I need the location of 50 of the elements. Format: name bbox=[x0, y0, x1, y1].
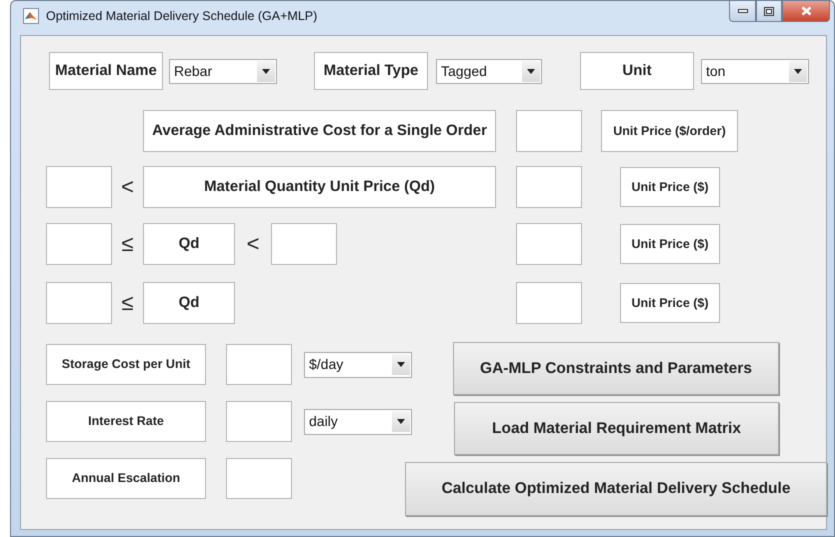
input-field[interactable] bbox=[226, 458, 292, 499]
input-field[interactable] bbox=[46, 166, 112, 208]
input-field[interactable] bbox=[46, 282, 112, 324]
field-label: Material Name bbox=[49, 52, 163, 90]
caret-icon bbox=[397, 419, 405, 424]
input-field[interactable] bbox=[46, 223, 112, 265]
minimize-button[interactable] bbox=[729, 0, 756, 22]
input-field[interactable] bbox=[516, 223, 582, 265]
field-label: Average Administrative Cost for a Single Order bbox=[143, 110, 496, 152]
field-label: Qd bbox=[143, 282, 235, 324]
caret-icon bbox=[794, 68, 802, 74]
app-icon bbox=[23, 8, 39, 24]
minimize-icon bbox=[738, 9, 748, 13]
dropdown[interactable]: daily bbox=[304, 408, 412, 434]
dropdown[interactable]: Rebar bbox=[169, 58, 277, 84]
field-label: Interest Rate bbox=[46, 401, 206, 442]
input-field[interactable] bbox=[516, 166, 582, 208]
input-field[interactable] bbox=[226, 401, 292, 442]
action-button[interactable]: Calculate Optimized Material Delivery Schedule bbox=[405, 462, 827, 516]
field-label: Material Type bbox=[314, 52, 428, 90]
dropdown[interactable]: $/day bbox=[304, 352, 412, 378]
input-field[interactable] bbox=[226, 344, 292, 385]
input-field[interactable] bbox=[271, 223, 337, 265]
maximize-icon bbox=[764, 6, 774, 16]
field-label: Storage Cost per Unit bbox=[46, 344, 206, 385]
unit-label: Unit Price ($) bbox=[620, 224, 720, 264]
operator-symbol: < bbox=[246, 233, 260, 255]
field-label: Qd bbox=[143, 223, 235, 265]
input-field[interactable] bbox=[516, 282, 582, 324]
unit-label: Unit Price ($/order) bbox=[601, 110, 738, 152]
field-label: Material Quantity Unit Price (Qd) bbox=[143, 166, 496, 208]
action-button[interactable]: Load Material Requirement Matrix bbox=[454, 402, 779, 455]
dropdown[interactable]: ton bbox=[701, 58, 809, 84]
operator-symbol: < bbox=[120, 176, 135, 198]
caret-icon bbox=[527, 68, 535, 74]
close-button[interactable] bbox=[782, 0, 830, 22]
input-field[interactable] bbox=[516, 110, 582, 152]
unit-label: Unit Price ($) bbox=[620, 283, 720, 323]
action-button[interactable]: GA-MLP Constraints and Parameters bbox=[453, 342, 779, 395]
dropdown[interactable]: Tagged bbox=[436, 58, 542, 84]
operator-symbol: ≤ bbox=[120, 233, 135, 255]
caret-icon bbox=[262, 68, 270, 74]
operator-symbol: ≤ bbox=[120, 292, 135, 314]
field-label: Annual Escalation bbox=[46, 458, 206, 499]
window-title: Optimized Material Delivery Schedule (GA+MLP) bbox=[46, 8, 318, 25]
close-icon bbox=[800, 6, 812, 16]
caret-icon bbox=[397, 362, 405, 367]
field-label: Unit bbox=[580, 52, 694, 90]
maximize-button[interactable] bbox=[756, 0, 782, 22]
unit-label: Unit Price ($) bbox=[620, 167, 720, 207]
